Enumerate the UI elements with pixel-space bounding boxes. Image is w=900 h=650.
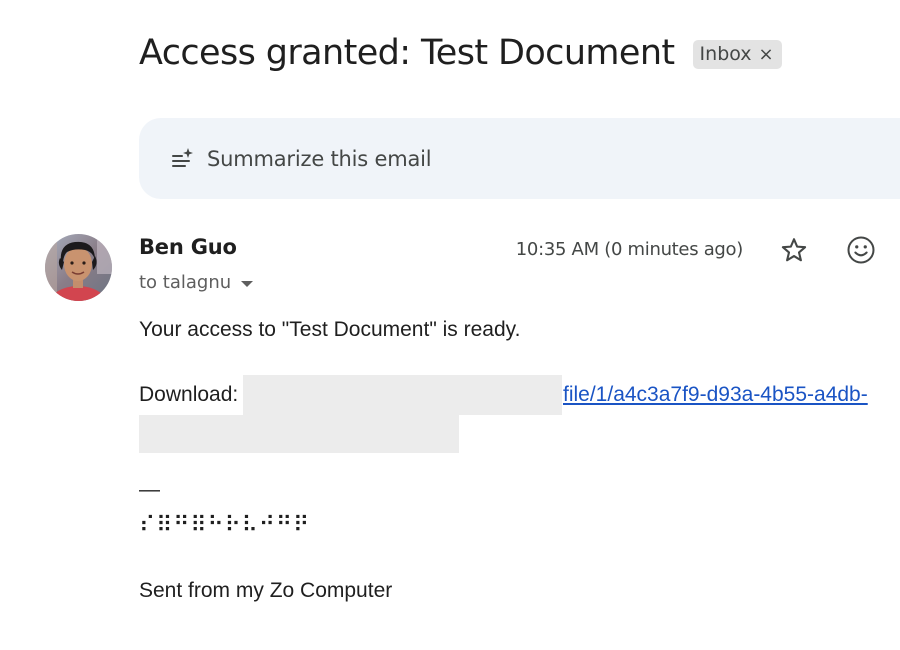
sender-name[interactable]: Ben Guo [139, 235, 237, 259]
inbox-label-chip[interactable]: Inbox × [692, 39, 782, 69]
recipient-text: to talagnu [139, 272, 232, 293]
subject-row: Access granted: Test Document Inbox × [139, 30, 782, 76]
caret-down-icon[interactable] [241, 280, 254, 287]
sparkle-lines-icon [170, 147, 194, 171]
summarize-email-button[interactable]: Summarize this email [139, 118, 900, 199]
star-outline-icon [781, 238, 807, 262]
download-link[interactable]: file/1/a4c3a7f9-d93a-4b55-a4db- [563, 383, 868, 407]
email-timestamp: 10:35 AM (0 minutes ago) [515, 239, 744, 260]
emoji-react-button[interactable] [844, 233, 878, 267]
redacted-url-segment [243, 375, 562, 415]
sender-avatar[interactable] [45, 234, 112, 301]
body-line-access-ready: Your access to "Test Document" is ready. [139, 318, 521, 341]
label-chip-text: Inbox [699, 43, 752, 65]
recipient-details-toggle[interactable]: to talagnu [139, 272, 254, 293]
redacted-url-continuation [139, 415, 459, 453]
remove-label-icon[interactable]: × [759, 44, 774, 65]
star-button[interactable] [777, 233, 811, 267]
braille-signature: ⠎⠿⠛⠿⠓⠗⠧⠚⠛⠟ [139, 513, 311, 538]
summarize-label: Summarize this email [207, 146, 432, 171]
download-line: Download: [139, 383, 238, 407]
emoji-reaction-icon [847, 236, 875, 264]
signature-separator: — [139, 478, 160, 501]
download-label: Download: [139, 383, 239, 406]
email-subject: Access granted: Test Document [139, 33, 675, 73]
signoff-text: Sent from my Zo Computer [139, 579, 393, 602]
